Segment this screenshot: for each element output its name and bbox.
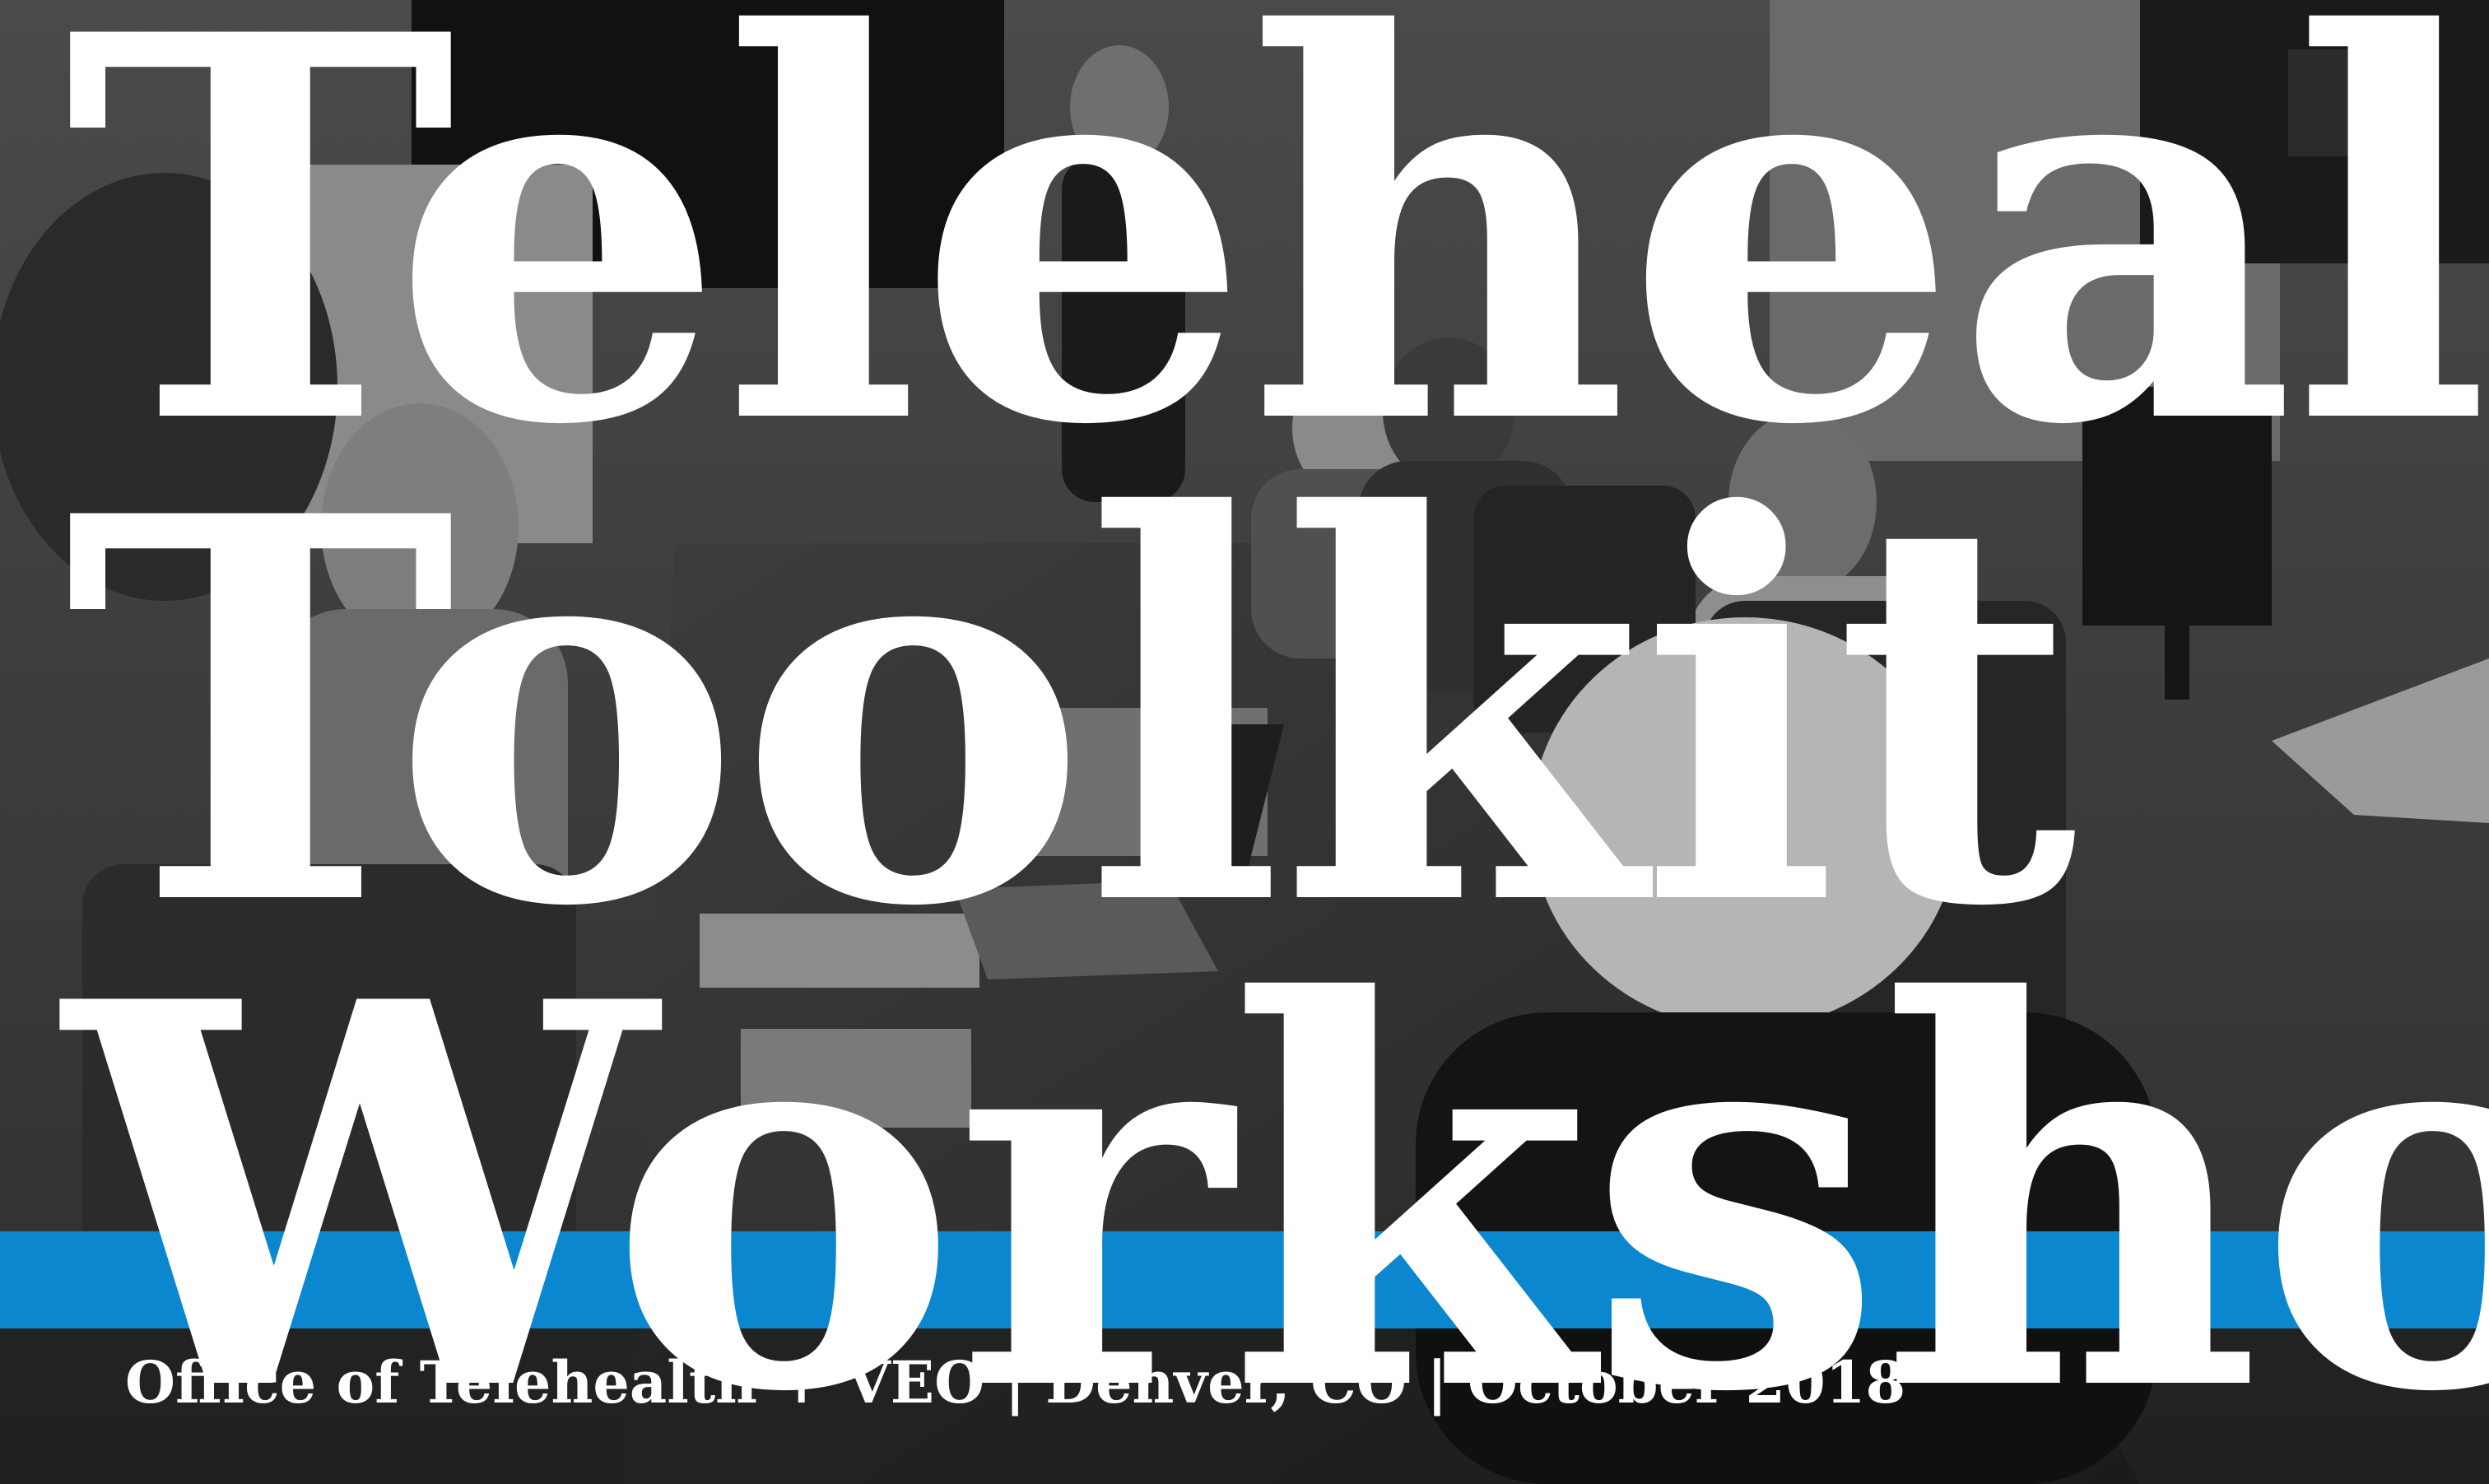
poster: Telehealth Toolkit Workshop Office of Te… xyxy=(0,0,2489,1484)
event-subtitle: Office of Telehealth + VEO | Denver, CO … xyxy=(125,1348,1906,1417)
